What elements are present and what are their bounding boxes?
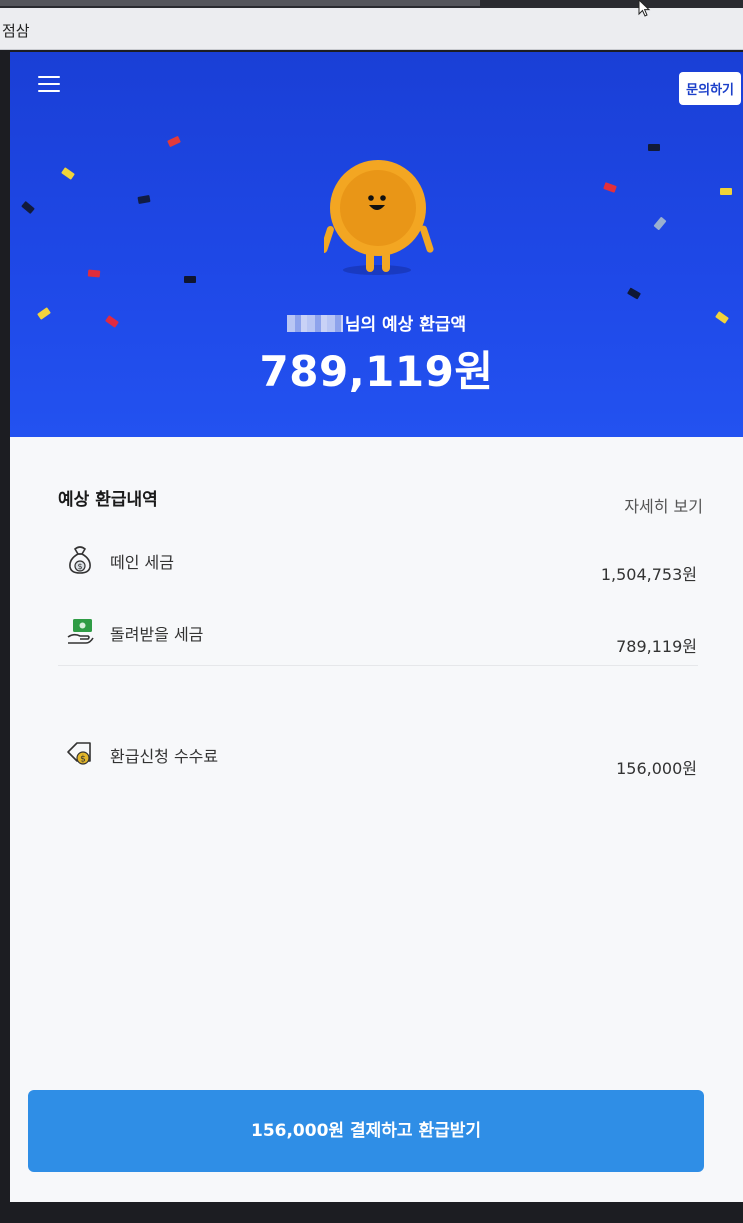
confetti (184, 276, 196, 283)
confetti (21, 200, 35, 215)
fee-tag-icon: $ (67, 742, 91, 765)
confetti (61, 167, 75, 180)
row-amount: 1,504,753원 (600, 565, 697, 584)
cash-hand-icon (67, 619, 94, 644)
estimated-refund-amount: 789,119원 (259, 347, 494, 396)
row-label: 떼인 세금 (110, 553, 174, 572)
list-item: $ 환급신청 수수료 156,000원 (10, 739, 743, 799)
row-label: 돌려받을 세금 (110, 625, 204, 644)
hero-banner: 문의하기 님의 예상 환급액 789,119원 (10, 52, 743, 437)
coin-mascot-icon (324, 160, 434, 275)
os-tab-bar: 점삼 (0, 8, 743, 50)
list-item: 돌려받을 세금 789,119원 (10, 617, 743, 677)
confetti (137, 195, 151, 204)
os-top-bar (0, 0, 480, 6)
confetti (87, 269, 101, 278)
hamburger-menu-icon[interactable] (38, 76, 60, 94)
os-tab-label[interactable]: 점삼 (2, 20, 30, 41)
view-details-link[interactable]: 자세히 보기 (624, 493, 703, 517)
estimated-refund-label-text: 님의 예상 환급액 (344, 315, 467, 335)
confetti (653, 216, 667, 231)
blurred-user-name (286, 315, 343, 332)
confetti (648, 144, 660, 151)
svg-text:$: $ (77, 562, 82, 571)
inquiry-button[interactable]: 문의하기 (679, 72, 741, 105)
list-item: $ 떼인 세금 1,504,753원 (10, 545, 743, 605)
estimated-refund-label: 님의 예상 환급액 (10, 310, 743, 335)
mouse-cursor-icon (638, 0, 651, 17)
section-title: 예상 환급내역 (58, 490, 158, 510)
app-screen: 문의하기 님의 예상 환급액 789,119원 예상 환급내역 자세히 보기 $… (10, 52, 743, 1202)
money-bag-icon: $ (69, 546, 91, 574)
os-top-strip (0, 0, 743, 8)
confetti (167, 135, 181, 148)
refund-details-card: 예상 환급내역 자세히 보기 $ 떼인 세금 1,504,753원 돌려받을 세… (10, 437, 743, 1202)
svg-text:$: $ (80, 755, 86, 765)
row-amount: 789,119원 (616, 637, 697, 656)
confetti (603, 182, 617, 193)
pay-and-refund-button[interactable]: 156,000원 결제하고 환급받기 (28, 1090, 704, 1172)
confetti (627, 287, 641, 300)
row-label: 환급신청 수수료 (110, 747, 219, 766)
row-amount: 156,000원 (616, 759, 697, 778)
confetti (720, 188, 732, 195)
